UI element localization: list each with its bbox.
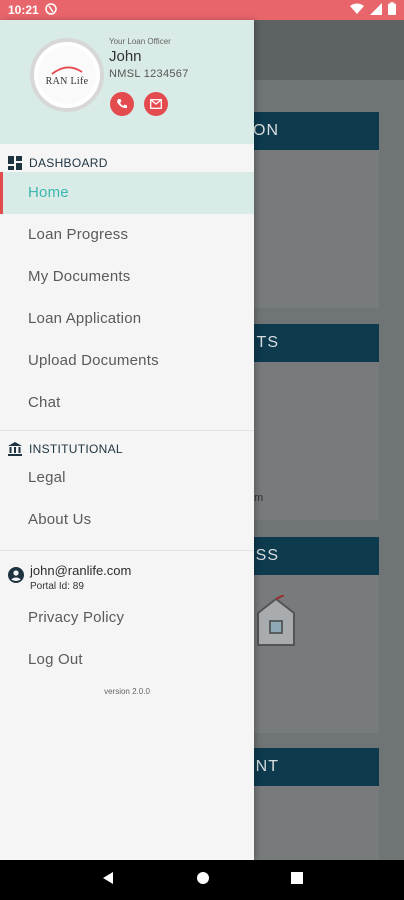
menu-item-my-documents[interactable]: My Documents [0, 256, 254, 298]
system-navigation-bar [0, 860, 404, 900]
mail-icon [150, 99, 162, 109]
dashboard-heading: DASHBOARD [29, 155, 108, 170]
menu-item-legal[interactable]: Legal [0, 457, 254, 499]
institutional-heading: INSTITUTIONAL [29, 442, 123, 456]
wifi-icon [350, 3, 364, 18]
institutional-section-header: INSTITUTIONAL [0, 431, 254, 457]
menu-item-loan-application[interactable]: Loan Application [0, 298, 254, 340]
account-info: john@ranlife.com Portal Id: 89 [0, 559, 254, 597]
menu-item-about-us[interactable]: About Us [0, 499, 254, 541]
divider [0, 550, 254, 551]
back-triangle-icon [102, 871, 113, 884]
navigation-drawer: RAN Life Your Loan Officer John NMSL 123… [0, 20, 254, 860]
bank-icon [8, 442, 22, 456]
menu-item-upload-documents[interactable]: Upload Documents [0, 340, 254, 382]
logo-text: RAN Life [45, 75, 89, 87]
account-email: john@ranlife.com [30, 563, 132, 578]
call-button[interactable] [110, 92, 134, 116]
recents-button[interactable] [291, 871, 304, 889]
dashboard-icon [8, 155, 22, 170]
battery-icon [388, 2, 396, 18]
menu-item-log-out[interactable]: Log Out [0, 639, 254, 681]
email-button[interactable] [144, 92, 168, 116]
back-button[interactable] [101, 871, 115, 890]
menu-item-loan-progress[interactable]: Loan Progress [0, 214, 254, 256]
background-snippet: m [254, 492, 264, 504]
menu-item-privacy-policy[interactable]: Privacy Policy [0, 597, 254, 639]
account-circle-icon [8, 567, 24, 583]
phone-icon [117, 99, 127, 109]
recents-square-icon [291, 872, 304, 884]
notification-icon [44, 2, 57, 18]
home-circle-icon [196, 871, 209, 884]
menu-item-chat[interactable]: Chat [0, 382, 254, 424]
company-logo: RAN Life [38, 46, 96, 104]
portal-id: Portal Id: 89 [30, 581, 84, 592]
dashboard-section-header: DASHBOARD [0, 144, 254, 172]
loan-officer-label: Your Loan Officer [109, 37, 171, 46]
logo-swoosh-icon [51, 66, 83, 75]
menu-item-home[interactable]: Home [0, 172, 254, 214]
signal-icon [370, 2, 382, 18]
loan-officer-avatar[interactable]: RAN Life [30, 38, 104, 112]
house-icon [257, 595, 295, 646]
status-bar: 10:21 [0, 0, 404, 20]
loan-officer-name: John [109, 48, 142, 65]
status-time: 10:21 [8, 3, 39, 17]
loan-officer-nmls: NMSL 1234567 [109, 68, 189, 80]
app-version: version 2.0.0 [104, 687, 150, 696]
home-button[interactable] [196, 871, 210, 890]
drawer-header: RAN Life Your Loan Officer John NMSL 123… [0, 20, 254, 144]
